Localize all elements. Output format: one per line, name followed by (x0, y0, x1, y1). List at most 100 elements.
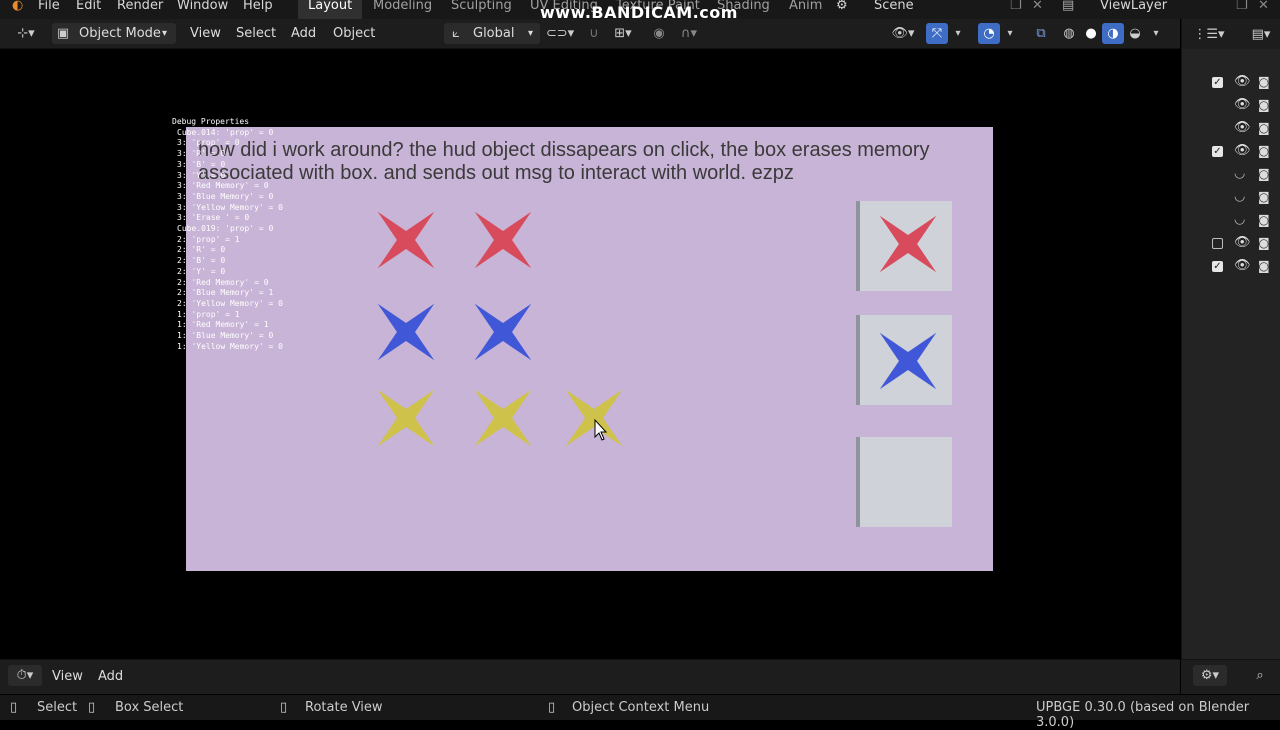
xray-icon[interactable]: ⧉ (1030, 23, 1052, 44)
viewport-header: ⊹▾ ▣ Object Mode ▾ View Select Add Objec… (0, 19, 1180, 49)
view-menu[interactable]: View (190, 23, 221, 44)
tab-anim[interactable]: Anim (789, 0, 822, 13)
pivot-icon[interactable]: ⊂⊃▾ (543, 23, 577, 44)
view-layer-name[interactable]: ViewLayer (1100, 0, 1167, 13)
debug-line: 2: 'B' = 0 (177, 256, 226, 266)
outliner-display-icon[interactable]: ⋮☰▾ (1192, 24, 1226, 45)
debug-line: 3: 'Blue Memory' = 0 (177, 191, 274, 201)
proportional-edit-icon[interactable]: ◉ (650, 23, 668, 44)
render-camera-icon[interactable]: ◙ (1258, 121, 1270, 135)
outliner-row[interactable]: 👁 ◙ (1182, 118, 1280, 141)
delete-view-layer-icon[interactable]: ✕ (1258, 0, 1269, 13)
menu-file[interactable]: File (38, 0, 60, 13)
object-mode-icon: ▣ (56, 26, 70, 41)
exclude-checkbox[interactable]: ✓ (1212, 261, 1223, 272)
outliner-row[interactable]: ✓ 👁 ◙ (1182, 256, 1280, 279)
rendered-shading-icon[interactable]: ◒ (1124, 23, 1146, 44)
menu-render[interactable]: Render (117, 0, 163, 13)
menu-edit[interactable]: Edit (76, 0, 101, 13)
visibility-icon[interactable]: 👁▾ (886, 23, 920, 44)
menu-window[interactable]: Window (177, 0, 228, 13)
debug-line: 1: 'Red Memory' = 1 (177, 320, 269, 330)
scene-icon[interactable]: ⚙ (836, 0, 848, 13)
star-blue-1[interactable] (349, 275, 463, 389)
star-yellow-2[interactable] (446, 361, 560, 475)
gizmo-toggle-icon[interactable]: ⤧ (926, 23, 948, 44)
star-blue-2[interactable] (446, 275, 560, 389)
render-camera-icon[interactable]: ◙ (1258, 167, 1270, 181)
timeline-view-menu[interactable]: View (52, 666, 83, 687)
snap-icon[interactable]: ∪ (583, 23, 605, 44)
eye-icon[interactable]: 👁 (1234, 120, 1251, 135)
menu-help[interactable]: Help (243, 0, 273, 13)
star-red-2[interactable] (446, 183, 560, 297)
star-yellow-3[interactable] (537, 361, 651, 475)
properties-editor-icon[interactable]: ⚙▾ (1193, 665, 1227, 686)
eye-icon[interactable]: 👁 (1234, 74, 1251, 89)
add-menu[interactable]: Add (291, 23, 316, 44)
render-camera-icon[interactable]: ◙ (1258, 75, 1270, 89)
timeline-add-menu[interactable]: Add (98, 666, 123, 687)
mouse-drag-icon: ▯ (280, 700, 288, 715)
wireframe-shading-icon[interactable]: ◍ (1058, 23, 1080, 44)
tab-modeling[interactable]: Modeling (373, 0, 432, 13)
blender-logo-icon[interactable]: ◐ (12, 0, 23, 13)
status-bar: ▯ Select ▯ Box Select ▯ Rotate View ▯ Ob… (0, 695, 1280, 730)
outliner-row[interactable]: ◡ ◙ (1182, 210, 1280, 233)
eye-icon[interactable]: 👁 (1234, 235, 1251, 250)
chevron-down-icon[interactable]: ▾ (1148, 23, 1164, 44)
star-red-1[interactable] (349, 183, 463, 297)
solid-shading-icon[interactable]: ● (1080, 23, 1102, 44)
timeline-editor-icon[interactable]: ⏱▾ (8, 665, 42, 686)
eye-icon[interactable]: 👁 (1234, 143, 1251, 158)
mode-dropdown[interactable]: ▣ Object Mode ▾ (52, 23, 176, 44)
debug-title: Debug Properties (172, 117, 250, 126)
select-menu[interactable]: Select (236, 23, 276, 44)
exclude-checkbox[interactable]: ✓ (1212, 77, 1223, 88)
mode-label: Object Mode (79, 26, 161, 41)
overlays-toggle-icon[interactable]: ◔ (978, 23, 1000, 44)
delete-scene-icon[interactable]: ✕ (1032, 0, 1043, 13)
red-memory-box[interactable] (851, 187, 965, 301)
render-camera-icon[interactable]: ◙ (1258, 144, 1270, 158)
new-view-layer-icon[interactable]: ❐ (1236, 0, 1248, 13)
search-icon[interactable]: ⌕ (1249, 665, 1271, 686)
render-camera-icon[interactable]: ◙ (1258, 98, 1270, 112)
scene-name[interactable]: Scene (874, 0, 914, 13)
falloff-icon[interactable]: ∩▾ (674, 23, 704, 44)
render-camera-icon[interactable]: ◙ (1258, 190, 1270, 204)
outliner-row[interactable]: 👁 ◙ (1182, 233, 1280, 256)
outliner-row[interactable]: 👁 ◙ (1182, 95, 1280, 118)
eye-closed-icon[interactable]: ◡ (1234, 189, 1245, 204)
outliner-panel: ⋮☰▾ ▤▾ ✓ 👁 ◙ 👁 ◙ 👁 ◙ ✓ 👁 ◙ ◡ ◙ ◡ ◙ ◡ ◙ 👁 ◙ ✓ 👁 ◙ (1181, 19, 1280, 659)
render-camera-icon[interactable]: ◙ (1258, 259, 1270, 273)
blue-memory-box[interactable] (851, 304, 965, 418)
outliner-row[interactable]: ✓ 👁 ◙ (1182, 141, 1280, 164)
eye-closed-icon[interactable]: ◡ (1234, 166, 1245, 181)
eye-closed-icon[interactable]: ◡ (1234, 212, 1245, 227)
exclude-checkbox[interactable]: ✓ (1212, 146, 1223, 157)
snap-target-icon[interactable]: ⊞▾ (606, 23, 640, 44)
eye-icon[interactable]: 👁 (1234, 258, 1251, 273)
orientation-dropdown[interactable]: ⟀ Global ▾ (444, 23, 540, 44)
chevron-down-icon[interactable]: ▾ (1002, 23, 1018, 44)
tab-layout[interactable]: Layout (298, 0, 363, 19)
outliner-row[interactable]: ◡ ◙ (1182, 187, 1280, 210)
debug-line: 1: 'Yellow Memory' = 0 (177, 341, 283, 351)
object-menu[interactable]: Object (333, 23, 375, 44)
outliner-row[interactable]: ◡ ◙ (1182, 164, 1280, 187)
editor-type-icon[interactable]: ⊹▾ (10, 23, 42, 44)
view-layer-icon[interactable]: ▤ (1062, 0, 1074, 13)
render-camera-icon[interactable]: ◙ (1258, 213, 1270, 227)
new-scene-icon[interactable]: ❐ (1010, 0, 1022, 13)
material-shading-icon[interactable]: ◑ (1102, 23, 1124, 44)
outliner-row[interactable]: ✓ 👁 ◙ (1182, 72, 1280, 95)
render-camera-icon[interactable]: ◙ (1258, 236, 1270, 250)
tab-sculpting[interactable]: Sculpting (451, 0, 512, 13)
eye-icon[interactable]: 👁 (1234, 97, 1251, 112)
erase-memory-box[interactable] (860, 437, 952, 527)
exclude-checkbox[interactable] (1212, 238, 1223, 249)
filter-icon[interactable]: ▤▾ (1244, 24, 1278, 45)
star-yellow-1[interactable] (349, 361, 463, 475)
chevron-down-icon[interactable]: ▾ (950, 23, 966, 44)
